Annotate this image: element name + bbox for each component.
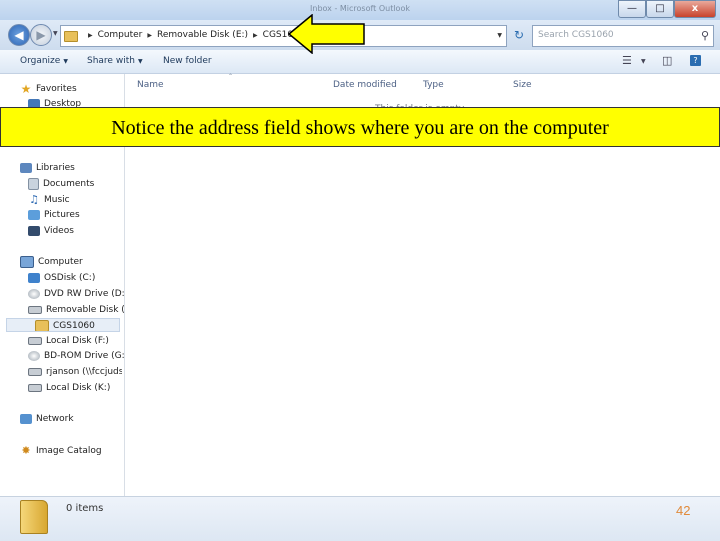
nav-label: Pictures [44,210,80,220]
nav-network-drive-rjanson[interactable]: rjanson (\\fccjudsv [28,365,122,379]
share-with-label: Share with [87,56,135,66]
search-placeholder: Search CGS1060 [538,30,614,40]
hard-disk-icon [28,336,42,345]
nav-label: OSDisk (C:) [44,273,96,283]
address-chevron-down-icon[interactable]: ▼ [497,32,502,39]
nav-pictures[interactable]: Pictures [28,208,80,222]
nav-label: DVD RW Drive (D:) S [44,289,137,299]
details-pane: 0 items [0,496,720,541]
new-folder-button[interactable]: New folder [163,56,212,66]
organize-button[interactable]: Organize ▼ [20,56,68,66]
star-icon: ★ [20,82,32,96]
folder-icon [35,319,49,331]
slide-number: 42 [676,503,691,518]
nav-label: Favorites [36,84,77,94]
left-arrow-icon [288,14,365,54]
large-folder-icon [20,500,48,534]
window-title: Inbox - Microsoft Outlook [310,4,410,13]
breadcrumb: ▶ Computer ▶ Removable Disk (E:) ▶ CGS10… [83,30,305,40]
window-controls: — □ x [618,0,716,18]
column-header-date-modified[interactable]: Date modified [333,80,397,90]
refresh-icon[interactable]: ↻ [510,25,528,45]
search-icon[interactable]: ⚲ [701,29,709,42]
nav-label: Videos [44,226,74,236]
nav-music[interactable]: ♫ Music [28,193,70,207]
nav-bdrom-drive[interactable]: BD-ROM Drive (G:) ( [28,349,135,363]
nav-label: Local Disk (F:) [46,336,109,346]
nav-label: Documents [43,179,95,189]
nav-favorites[interactable]: ★ Favorites [20,82,77,96]
breadcrumb-separator-icon[interactable]: ▶ [253,32,258,39]
video-icon [28,225,40,236]
view-chevron-down-icon[interactable]: ▼ [641,58,646,65]
computer-icon [20,255,34,268]
nav-documents[interactable]: Documents [28,177,94,191]
nav-computer[interactable]: Computer [20,255,83,269]
back-arrow-icon[interactable]: ◀ [8,24,30,46]
nav-label: Removable Disk (E:) [46,305,138,315]
folder-icon [64,31,78,42]
annotation-banner: Notice the address field shows where you… [0,107,720,147]
nav-local-disk-k[interactable]: Local Disk (K:) [28,381,110,395]
picture-icon [28,209,40,220]
nav-label: Music [44,195,70,205]
organize-label: Organize [20,56,61,66]
document-icon [28,177,39,190]
maximize-button[interactable]: □ [646,0,674,18]
nav-label: rjanson (\\fccjudsv [46,367,122,377]
minimize-button[interactable]: — [618,0,646,18]
sort-ascending-icon: ⌃ [228,73,234,80]
annotation-text: Notice the address field shows where you… [111,117,609,139]
nav-dvd-drive[interactable]: DVD RW Drive (D:) S [28,287,137,301]
nav-image-catalog[interactable]: ✸ Image Catalog [20,444,102,458]
chevron-down-icon: ▼ [137,58,143,65]
removable-disk-icon [28,305,42,314]
nav-videos[interactable]: Videos [28,224,74,238]
item-count: 0 items [66,503,104,514]
dvd-drive-icon [28,288,40,299]
nav-label: Computer [38,257,83,267]
nav-label: Network [36,414,74,424]
nav-label: Libraries [36,163,75,173]
column-header-size[interactable]: Size [513,80,531,90]
image-catalog-icon: ✸ [21,444,31,457]
close-button[interactable]: x [674,0,716,18]
nav-osdisk[interactable]: OSDisk (C:) [28,271,95,285]
help-icon[interactable]: ? [690,55,701,66]
share-with-button[interactable]: Share with ▼ [87,56,143,66]
view-options-icon[interactable]: ☰ [622,54,632,67]
nav-cgs1060[interactable]: CGS1060 [6,318,120,332]
nav-removable-disk[interactable]: Removable Disk (E:) [28,303,137,317]
nav-label: BD-ROM Drive (G:) ( [44,351,135,361]
nav-local-disk-f[interactable]: Local Disk (F:) [28,334,109,348]
nav-label: CGS1060 [53,321,95,331]
hard-disk-icon [28,383,42,392]
search-input[interactable]: Search CGS1060 ⚲ [532,25,714,47]
chevron-down-icon: ▼ [63,58,68,65]
preview-pane-icon[interactable]: ◫ [662,54,672,67]
nav-network[interactable]: Network [20,412,74,426]
nav-label: Local Disk (K:) [46,383,111,393]
network-icon [20,413,32,424]
column-header-name[interactable]: Name [137,80,164,90]
column-header-type[interactable]: Type [423,80,444,90]
library-icon [20,162,32,173]
recent-pages-chevron-down-icon[interactable]: ▼ [53,30,58,37]
breadcrumb-removable-disk[interactable]: Removable Disk (E:) [157,30,248,40]
nav-libraries[interactable]: Libraries [20,161,75,175]
breadcrumb-separator-icon[interactable]: ▶ [147,32,152,39]
music-note-icon: ♫ [29,193,39,206]
nav-label: Image Catalog [36,446,102,456]
windows-drive-icon [28,272,40,283]
breadcrumb-separator-icon[interactable]: ▶ [88,32,93,39]
bdrom-drive-icon [28,350,40,361]
network-drive-icon [28,367,42,376]
forward-arrow-icon[interactable]: ▶ [30,24,52,46]
breadcrumb-computer[interactable]: Computer [98,30,143,40]
address-field[interactable]: ▶ Computer ▶ Removable Disk (E:) ▶ CGS10… [60,25,507,47]
